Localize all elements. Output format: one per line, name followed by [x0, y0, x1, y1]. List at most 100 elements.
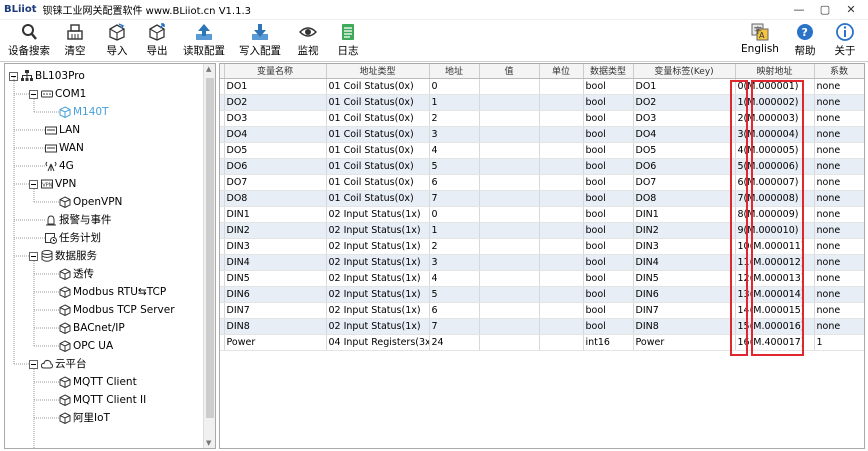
table-cell[interactable]: 6(M.000007): [735, 174, 815, 191]
table-cell[interactable]: none: [814, 286, 864, 303]
table-cell[interactable]: 02 Input Status(1x): [326, 206, 430, 223]
tree-scrollbar-thumb[interactable]: [206, 78, 214, 418]
table-row[interactable]: DO2 01 Coil Status(0x) 1 bool DO2 1(M.000002)…: [220, 94, 864, 111]
table-cell[interactable]: 16(M.400017): [735, 334, 815, 351]
table-cell[interactable]: 4: [429, 142, 480, 159]
table-cell[interactable]: none: [814, 142, 864, 159]
table-cell[interactable]: [539, 174, 584, 191]
table-row[interactable]: DIN1 02 Input Status(1x) 0 bool DIN1 8(M.0000…: [220, 206, 864, 223]
table-row[interactable]: DIN5 02 Input Status(1x) 4 bool DIN5 12(M.000…: [220, 270, 864, 287]
table-cell[interactable]: bool: [583, 302, 634, 319]
tree-node-wan[interactable]: WAN: [45, 139, 84, 157]
table-cell[interactable]: none: [814, 126, 864, 143]
table-cell[interactable]: bool: [583, 254, 634, 271]
table-cell[interactable]: 2: [429, 238, 480, 255]
tree-node-com1[interactable]: COM1: [29, 85, 86, 103]
table-row[interactable]: DO8 01 Coil Status(0x) 7 bool DO8 7(M.000008)…: [220, 190, 864, 207]
table-cell[interactable]: [479, 318, 540, 335]
tree-node-modbus-rtu-tcp[interactable]: Modbus RTU⇆TCP: [59, 283, 166, 301]
table-cell[interactable]: 02 Input Status(1x): [326, 238, 430, 255]
table-cell[interactable]: 4(M.000005): [735, 142, 815, 159]
table-cell[interactable]: [539, 318, 584, 335]
table-cell[interactable]: [479, 286, 540, 303]
tree-node-alarm[interactable]: 报警与事件: [45, 211, 112, 229]
column-header[interactable]: 变量标签(Key): [633, 64, 736, 79]
table-cell[interactable]: bool: [583, 78, 634, 95]
table-cell[interactable]: 6: [429, 302, 480, 319]
table-cell[interactable]: DIN4: [224, 254, 327, 271]
tree-node-data-service[interactable]: 数据服务: [29, 247, 97, 265]
table-cell[interactable]: [539, 286, 584, 303]
table-cell[interactable]: DO3: [224, 110, 327, 127]
help-button[interactable]: ? 帮助: [790, 20, 820, 62]
tree-node-4g[interactable]: 4G: [45, 157, 74, 175]
table-cell[interactable]: bool: [583, 158, 634, 175]
table-cell[interactable]: [539, 78, 584, 95]
table-cell[interactable]: 7: [429, 318, 480, 335]
table-cell[interactable]: [539, 142, 584, 159]
table-row[interactable]: DIN6 02 Input Status(1x) 5 bool DIN6 13(M.000…: [220, 286, 864, 303]
table-cell[interactable]: none: [814, 254, 864, 271]
device-search-button[interactable]: 设备搜索: [4, 20, 54, 62]
collapse-toggle-icon[interactable]: [29, 251, 38, 261]
table-cell[interactable]: [479, 238, 540, 255]
table-cell[interactable]: 01 Coil Status(0x): [326, 190, 430, 207]
table-cell[interactable]: [539, 110, 584, 127]
table-cell[interactable]: DIN2: [633, 222, 736, 239]
table-cell[interactable]: bool: [583, 126, 634, 143]
table-row[interactable]: DO1 01 Coil Status(0x) 0 bool DO1 0(M.000001)…: [220, 78, 864, 95]
table-cell[interactable]: DO5: [633, 142, 736, 159]
table-cell[interactable]: DO6: [633, 158, 736, 175]
table-cell[interactable]: none: [814, 270, 864, 287]
table-cell[interactable]: none: [814, 174, 864, 191]
table-cell[interactable]: DIN3: [224, 238, 327, 255]
table-cell[interactable]: [479, 142, 540, 159]
table-cell[interactable]: 02 Input Status(1x): [326, 270, 430, 287]
tree-node-mqtt-client-2[interactable]: MQTT Client II: [59, 391, 146, 409]
table-cell[interactable]: 4: [429, 270, 480, 287]
tree-scrollbar[interactable]: ▲ ▼: [203, 64, 215, 448]
tree-node-openvpn[interactable]: OpenVPN: [59, 193, 122, 211]
table-cell[interactable]: DIN5: [224, 270, 327, 287]
table-cell[interactable]: bool: [583, 238, 634, 255]
table-cell[interactable]: bool: [583, 142, 634, 159]
table-cell[interactable]: none: [814, 222, 864, 239]
table-cell[interactable]: [539, 254, 584, 271]
english-button[interactable]: 字A English: [738, 20, 782, 62]
table-cell[interactable]: [539, 94, 584, 111]
table-cell[interactable]: [539, 126, 584, 143]
tree-node-modbus-tcp-server[interactable]: Modbus TCP Server: [59, 301, 175, 319]
table-cell[interactable]: DO4: [224, 126, 327, 143]
maximize-button[interactable]: ▢: [812, 0, 838, 20]
table-cell[interactable]: [479, 254, 540, 271]
table-cell[interactable]: [479, 222, 540, 239]
table-cell[interactable]: [479, 206, 540, 223]
table-cell[interactable]: bool: [583, 94, 634, 111]
table-cell[interactable]: DIN4: [633, 254, 736, 271]
table-cell[interactable]: 15(M.000016): [735, 318, 815, 335]
table-cell[interactable]: [479, 110, 540, 127]
table-cell[interactable]: 7: [429, 190, 480, 207]
table-cell[interactable]: [479, 126, 540, 143]
table-cell[interactable]: bool: [583, 206, 634, 223]
table-cell[interactable]: 02 Input Status(1x): [326, 222, 430, 239]
table-cell[interactable]: 2(M.000003): [735, 110, 815, 127]
write-config-button[interactable]: 写入配置: [234, 20, 286, 62]
table-cell[interactable]: 5: [429, 286, 480, 303]
table-cell[interactable]: none: [814, 94, 864, 111]
table-cell[interactable]: [479, 334, 540, 351]
table-cell[interactable]: DO4: [633, 126, 736, 143]
table-row[interactable]: DO4 01 Coil Status(0x) 3 bool DO4 3(M.000004)…: [220, 126, 864, 143]
table-cell[interactable]: 14(M.000015): [735, 302, 815, 319]
table-cell[interactable]: [479, 94, 540, 111]
table-cell[interactable]: 0(M.000001): [735, 78, 815, 95]
tree-node-cloud[interactable]: 云平台: [29, 355, 87, 373]
column-header[interactable]: 地址: [429, 64, 480, 79]
table-cell[interactable]: DO1: [224, 78, 327, 95]
read-config-button[interactable]: 读取配置: [178, 20, 230, 62]
export-button[interactable]: 导出: [142, 20, 172, 62]
table-cell[interactable]: 1: [429, 94, 480, 111]
import-button[interactable]: 导入: [102, 20, 132, 62]
table-cell[interactable]: 01 Coil Status(0x): [326, 126, 430, 143]
tree-node-m140t[interactable]: M140T: [59, 103, 109, 121]
